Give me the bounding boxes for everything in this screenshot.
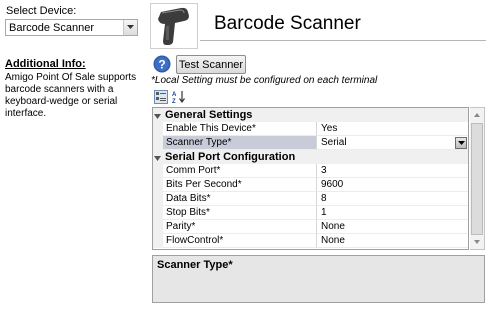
page-title: Barcode Scanner: [214, 13, 361, 34]
title-divider: [200, 40, 486, 41]
property-name: Data Bits*: [163, 192, 317, 206]
svg-text:A: A: [172, 92, 177, 98]
sort-alphabetical-icon[interactable]: A Z: [172, 90, 186, 105]
scrollbar-thumb[interactable]: [471, 123, 483, 235]
property-value[interactable]: 9600: [317, 178, 468, 192]
property-grid-scrollbar[interactable]: [470, 107, 485, 250]
property-row[interactable]: Enable This Device* Yes: [153, 122, 468, 136]
scroll-down-icon[interactable]: [470, 235, 484, 249]
barcode-scanner-image: [150, 3, 198, 49]
additional-info-text: Amigo Point Of Sale supports barcode sca…: [5, 72, 137, 119]
category-serial-port-configuration[interactable]: Serial Port Configuration: [153, 150, 468, 164]
property-name: Stop Bits*: [163, 206, 317, 220]
category-general-settings[interactable]: General Settings: [153, 108, 468, 122]
test-scanner-button[interactable]: Test Scanner: [176, 55, 246, 74]
property-row[interactable]: FlowControl* None: [153, 234, 468, 248]
property-row[interactable]: Bits Per Second* 9600: [153, 178, 468, 192]
device-select[interactable]: Barcode Scanner: [5, 19, 138, 36]
property-value[interactable]: None: [317, 220, 468, 234]
property-name: Parity*: [163, 220, 317, 234]
scanner-type-dropdown-button[interactable]: [455, 137, 467, 149]
select-device-label: Select Device:: [6, 5, 77, 17]
property-row[interactable]: Parity* None: [153, 220, 468, 234]
property-name: FlowControl*: [163, 234, 317, 248]
chevron-down-icon[interactable]: [123, 20, 137, 35]
description-title: Scanner Type*: [157, 259, 233, 271]
property-value[interactable]: None: [317, 234, 468, 248]
property-row[interactable]: Stop Bits* 1: [153, 206, 468, 220]
local-setting-note: *Local Setting must be configured on eac…: [151, 75, 378, 86]
property-name: Scanner Type*: [163, 136, 317, 150]
category-label: General Settings: [165, 109, 253, 121]
property-value[interactable]: Yes: [317, 122, 468, 136]
property-value[interactable]: 1: [317, 206, 468, 220]
property-grid[interactable]: General Settings Enable This Device* Yes…: [152, 107, 469, 250]
help-question-icon[interactable]: ?: [153, 55, 171, 73]
property-row-selected[interactable]: Scanner Type* Serial: [153, 136, 468, 150]
property-row[interactable]: Data Bits* 8: [153, 192, 468, 206]
property-name: Comm Port*: [163, 164, 317, 178]
additional-info-title: Additional Info:: [5, 58, 86, 70]
category-label: Serial Port Configuration: [165, 151, 296, 163]
svg-text:Z: Z: [172, 99, 176, 104]
property-name: Enable This Device*: [163, 122, 317, 136]
property-description-panel: Scanner Type*: [152, 255, 485, 303]
svg-text:?: ?: [158, 58, 165, 72]
categorized-view-icon[interactable]: [154, 90, 168, 104]
property-name: Bits Per Second*: [163, 178, 317, 192]
property-value[interactable]: 3: [317, 164, 468, 178]
property-value[interactable]: 8: [317, 192, 468, 206]
property-value[interactable]: Serial: [317, 136, 468, 150]
property-row[interactable]: Comm Port* 3: [153, 164, 468, 178]
scroll-up-icon[interactable]: [470, 108, 484, 122]
device-select-value: Barcode Scanner: [9, 22, 94, 34]
